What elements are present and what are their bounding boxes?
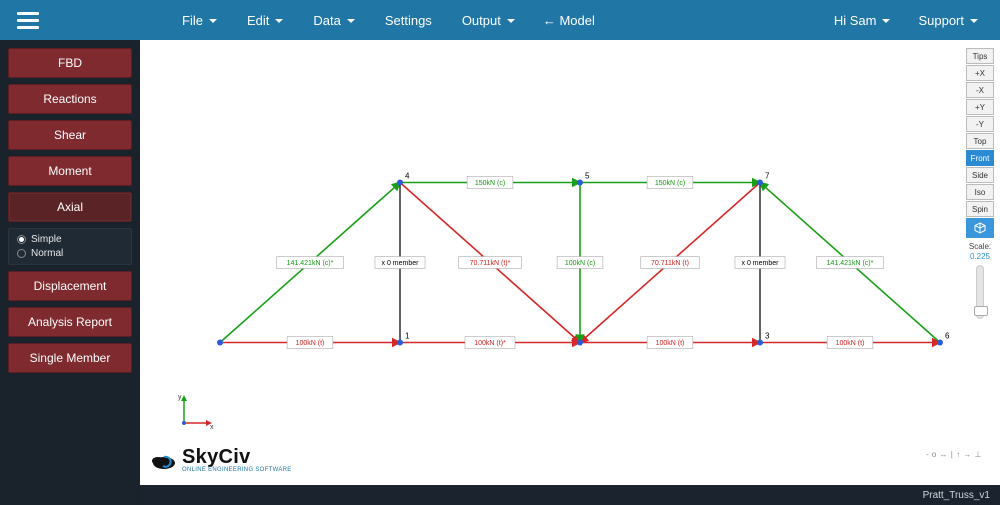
member-label: 150kN (c) [467,177,513,189]
view-minus-x-button[interactable]: -X [966,82,994,98]
main-menu: FileEditDataSettingsOutput [168,5,529,36]
member-label: 150kN (c) [647,177,693,189]
logo-tagline: ONLINE ENGINEERING SOFTWARE [182,467,292,473]
view-tips-button[interactable]: Tips [966,48,994,64]
svg-text:70.711kN (t): 70.711kN (t) [651,260,689,267]
menu-settings[interactable]: Settings [371,5,446,36]
menu-output[interactable]: Output [448,5,529,36]
svg-text:x 0 member: x 0 member [382,260,420,267]
result-moment-button[interactable]: Moment [8,156,132,186]
member-label: 141.421kN (c)* [277,257,344,269]
node-label: 7 [765,172,770,181]
view-minus-y-button[interactable]: -Y [966,116,994,132]
logo-brand: SkyCiv [182,447,292,467]
member-label: 141.421kN (c)* [817,257,884,269]
view-toolbar: Tips+X-X+Y-YTopFrontSideIsoSpin Scale:0.2… [966,48,994,319]
result-reactions-button[interactable]: Reactions [8,84,132,114]
menu-file[interactable]: File [168,5,231,36]
member-label: 100kN (t) [647,337,693,349]
node[interactable] [757,340,763,346]
result-axial-button[interactable]: Axial [8,192,132,222]
back-to-model-button[interactable]: Model [529,5,609,36]
view-cube-button[interactable] [966,218,994,238]
svg-text:100kN (t): 100kN (t) [836,340,865,347]
view-top-button[interactable]: Top [966,133,994,149]
svg-text:100kN (t): 100kN (t) [656,340,685,347]
axes-gizmo: x y [176,391,216,431]
svg-text:150kN (c): 150kN (c) [475,180,505,187]
member-label: 100kN (c) [557,257,603,269]
node[interactable] [217,340,223,346]
node[interactable] [577,180,583,186]
hamburger-menu-button[interactable] [8,0,48,40]
node[interactable] [577,340,583,346]
node-label: 4 [405,172,410,181]
truss-diagram: 100kN (t)100kN (t)*100kN (t)100kN (t)150… [140,40,1000,485]
node-label: 3 [765,332,770,341]
view-iso-button[interactable]: Iso [966,184,994,200]
user-menu[interactable]: Hi Sam [820,5,905,36]
node-label: 6 [945,332,950,341]
node[interactable] [397,180,403,186]
svg-text:100kN (t): 100kN (t) [296,340,325,347]
view-spin-button[interactable]: Spin [966,201,994,217]
result-shear-button[interactable]: Shear [8,120,132,150]
member-label: 100kN (t)* [465,337,515,349]
view-side-button[interactable]: Side [966,167,994,183]
member-label: x 0 member [735,257,785,269]
scale-slider[interactable] [976,265,984,319]
svg-text:x: x [210,424,214,431]
svg-text:141.421kN (c)*: 141.421kN (c)* [827,260,874,267]
results-sidebar: FBD Reactions Shear Moment Axial Simple Normal… [0,40,140,505]
member-label: x 0 member [375,257,425,269]
member-label: 100kN (t) [827,337,873,349]
menu-data[interactable]: Data [299,5,368,36]
radio-simple[interactable]: Simple [17,234,123,245]
snap-indicators: - o ↔ | ↑ → ⊥ [926,450,982,459]
svg-text:x 0 member: x 0 member [742,260,780,267]
node-label: 1 [405,332,410,341]
radio-normal[interactable]: Normal [17,248,123,259]
node[interactable] [757,180,763,186]
result-single-member-button[interactable]: Single Member [8,343,132,373]
support-menu[interactable]: Support [904,5,992,36]
top-toolbar: FileEditDataSettingsOutput Model Hi Sam … [0,0,1000,40]
svg-text:100kN (t)*: 100kN (t)* [474,340,506,347]
model-canvas[interactable]: 100kN (t)100kN (t)*100kN (t)100kN (t)150… [140,40,1000,485]
node[interactable] [397,340,403,346]
view-plusminus-y-button[interactable]: +Y [966,99,994,115]
axial-mode-radio-group: Simple Normal [8,228,132,265]
svg-text:150kN (c): 150kN (c) [655,180,685,187]
view-plusminus-x-button[interactable]: +X [966,65,994,81]
result-displacement-button[interactable]: Displacement [8,271,132,301]
result-analysis-report-button[interactable]: Analysis Report [8,307,132,337]
svg-text:y: y [178,394,182,401]
status-bar: Pratt_Truss_v1 [140,485,1000,505]
project-name: Pratt_Truss_v1 [923,490,990,501]
svg-text:100kN (c): 100kN (c) [565,260,595,267]
result-fbd-button[interactable]: FBD [8,48,132,78]
scale-value: 0.225 [966,252,994,261]
scale-label: Scale: [966,242,994,251]
member-label: 70.711kN (t) [641,257,699,269]
menu-edit[interactable]: Edit [233,5,297,36]
skyciv-logo: SkyCiv ONLINE ENGINEERING SOFTWARE [150,447,292,473]
node-label: 5 [585,172,590,181]
node[interactable] [937,340,943,346]
member-label: 100kN (t) [287,337,333,349]
svg-text:70.711kN (t)*: 70.711kN (t)* [470,260,511,267]
member-label: 70.711kN (t)* [459,257,522,269]
svg-text:141.421kN (c)*: 141.421kN (c)* [287,260,334,267]
view-front-button[interactable]: Front [966,150,994,166]
